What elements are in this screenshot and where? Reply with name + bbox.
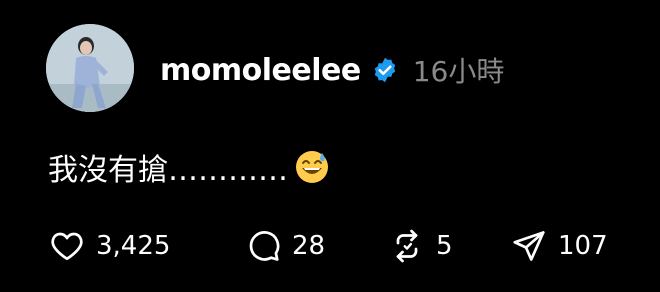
repost-icon: [396, 229, 418, 263]
action-bar: 3,425 28 5 107: [48, 226, 648, 266]
like-count: 3,425: [96, 231, 171, 261]
heart-icon: [51, 232, 83, 261]
grinning-sweat-emoji-icon: [294, 149, 330, 185]
post-body: 我沒有搶…………: [48, 145, 330, 189]
thread-post: momoleelee 16小時 我沒有搶………… 3,425 28 5 107: [0, 0, 660, 292]
avatar[interactable]: [46, 24, 134, 112]
send-icon: [513, 231, 545, 261]
share-count: 107: [558, 231, 608, 261]
post-text: 我沒有搶…………: [48, 153, 288, 188]
username[interactable]: momoleelee: [160, 53, 361, 88]
like-button[interactable]: 3,425: [48, 226, 170, 266]
repost-count: 5: [436, 231, 453, 261]
post-timestamp: 16小時: [412, 55, 505, 88]
comment-button[interactable]: 28: [244, 226, 325, 266]
comment-count: 28: [292, 231, 326, 261]
comment-icon: [249, 231, 280, 261]
repost-button[interactable]: 5: [388, 226, 453, 266]
verified-badge-icon: [371, 56, 399, 84]
post-header: momoleelee 16小時: [160, 48, 504, 92]
share-button[interactable]: 107: [510, 226, 608, 266]
avatar-photo: [46, 24, 134, 112]
